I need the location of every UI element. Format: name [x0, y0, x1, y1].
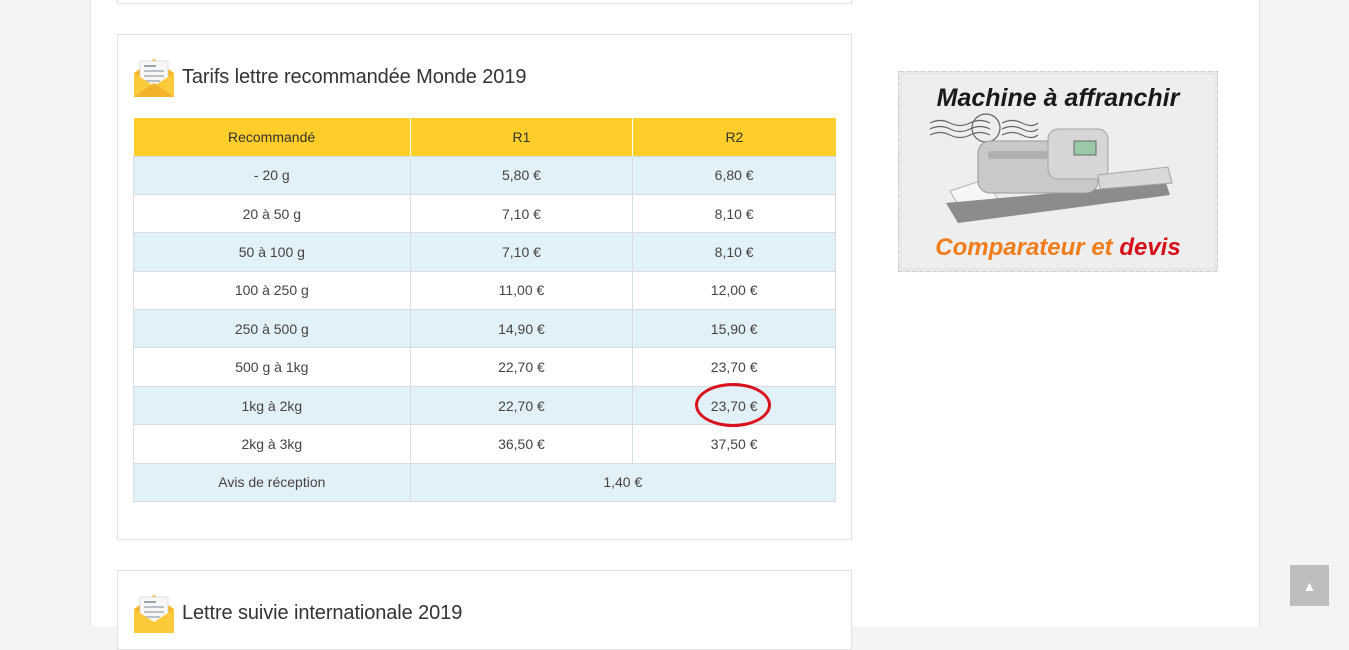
r2-price-cell: 15,90 €	[632, 309, 836, 349]
ad-devis-text: devis	[1119, 234, 1180, 261]
red-circle-highlight: 23,70 €	[694, 382, 771, 427]
r1-price-cell: 36,50 €	[409, 424, 634, 464]
weight-cell: 500 g à 1kg	[133, 347, 411, 387]
arrow-up-icon: ▲	[1302, 577, 1317, 594]
r1-price-cell: 22,70 €	[409, 385, 634, 426]
section-title: Tarifs lettre recommandée Monde 2019	[182, 65, 527, 88]
previous-section-card	[117, 0, 852, 4]
envelope-letter-icon	[134, 59, 174, 97]
column-header-r1: R1	[410, 118, 634, 156]
weight-cell: 20 à 50 g	[133, 193, 411, 234]
table-header-row: Recommandé R1 R2	[133, 118, 836, 156]
table-row-avis: Avis de réception 1,40 €	[133, 462, 837, 503]
weight-cell: 2kg à 3kg	[133, 424, 411, 464]
avis-label-cell: Avis de réception	[133, 462, 411, 503]
table-row: 50 à 100 g 7,10 € 8,10 €	[133, 232, 836, 272]
section-heading: Lettre suivie internationale 2019	[132, 591, 462, 635]
registered-letter-rates-card: Tarifs lettre recommandée Monde 2019 Rec…	[117, 34, 852, 540]
page-container: Tarifs lettre recommandée Monde 2019 Rec…	[90, 0, 1260, 650]
table-row: 250 à 500 g 14,90 € 15,90 €	[133, 309, 836, 349]
weight-cell: - 20 g	[133, 155, 411, 195]
tracked-letter-card: Lettre suivie internationale 2019	[117, 570, 852, 650]
r2-price-cell: 8,10 €	[632, 232, 836, 272]
r1-price-cell: 5,80 €	[409, 155, 634, 195]
r1-price-cell: 14,90 €	[409, 309, 634, 349]
r1-price-cell: 11,00 €	[409, 270, 634, 311]
r2-price-cell: 37,50 €	[632, 424, 836, 464]
franking-machine-ad-banner[interactable]: Machine à affranchir Comparateur et devi…	[898, 71, 1218, 272]
ad-headline: Machine à affranchir	[937, 84, 1181, 112]
section-heading: Tarifs lettre recommandée Monde 2019	[132, 55, 526, 99]
table-row: 2kg à 3kg 36,50 € 37,50 €	[133, 424, 836, 464]
column-header-r2: R2	[632, 118, 836, 156]
envelope-letter-icon	[134, 595, 174, 633]
weight-cell: 50 à 100 g	[133, 232, 411, 272]
table-row: 500 g à 1kg 22,70 € 23,70 €	[133, 347, 836, 387]
r1-price-cell: 7,10 €	[409, 193, 634, 234]
svg-text:Comparateur et devis: Comparateur et devis	[935, 234, 1180, 261]
weight-cell: 250 à 500 g	[133, 309, 411, 349]
r1-price-cell: 7,10 €	[409, 232, 634, 272]
section-title: Lettre suivie internationale 2019	[182, 601, 463, 624]
table-row: 1kg à 2kg 22,70 € 23,70 €	[133, 382, 836, 427]
r2-price-cell: 8,10 €	[632, 193, 836, 234]
rates-table: Recommandé R1 R2 - 20 g 5,80 € 6,80 € 20…	[133, 118, 837, 503]
column-header-recommande: Recommandé	[133, 118, 411, 156]
scroll-to-top-button[interactable]: ▲	[1290, 565, 1329, 606]
r1-price-cell: 22,70 €	[409, 347, 634, 387]
table-row: 20 à 50 g 7,10 € 8,10 €	[133, 193, 836, 234]
table-row: - 20 g 5,80 € 6,80 €	[133, 155, 836, 195]
weight-cell: 1kg à 2kg	[133, 385, 411, 426]
weight-cell: 100 à 250 g	[133, 270, 411, 311]
r2-price-cell: 6,80 €	[632, 155, 836, 195]
table-row: 100 à 250 g 11,00 € 12,00 €	[133, 270, 836, 311]
ad-comparateur-text: Comparateur et	[935, 234, 1113, 261]
avis-price-cell: 1,40 €	[409, 462, 837, 503]
r2-price-cell: 12,00 €	[632, 270, 836, 311]
r2-price-cell-circled: 23,70 €	[632, 382, 836, 427]
r2-price-cell: 23,70 €	[632, 347, 836, 387]
